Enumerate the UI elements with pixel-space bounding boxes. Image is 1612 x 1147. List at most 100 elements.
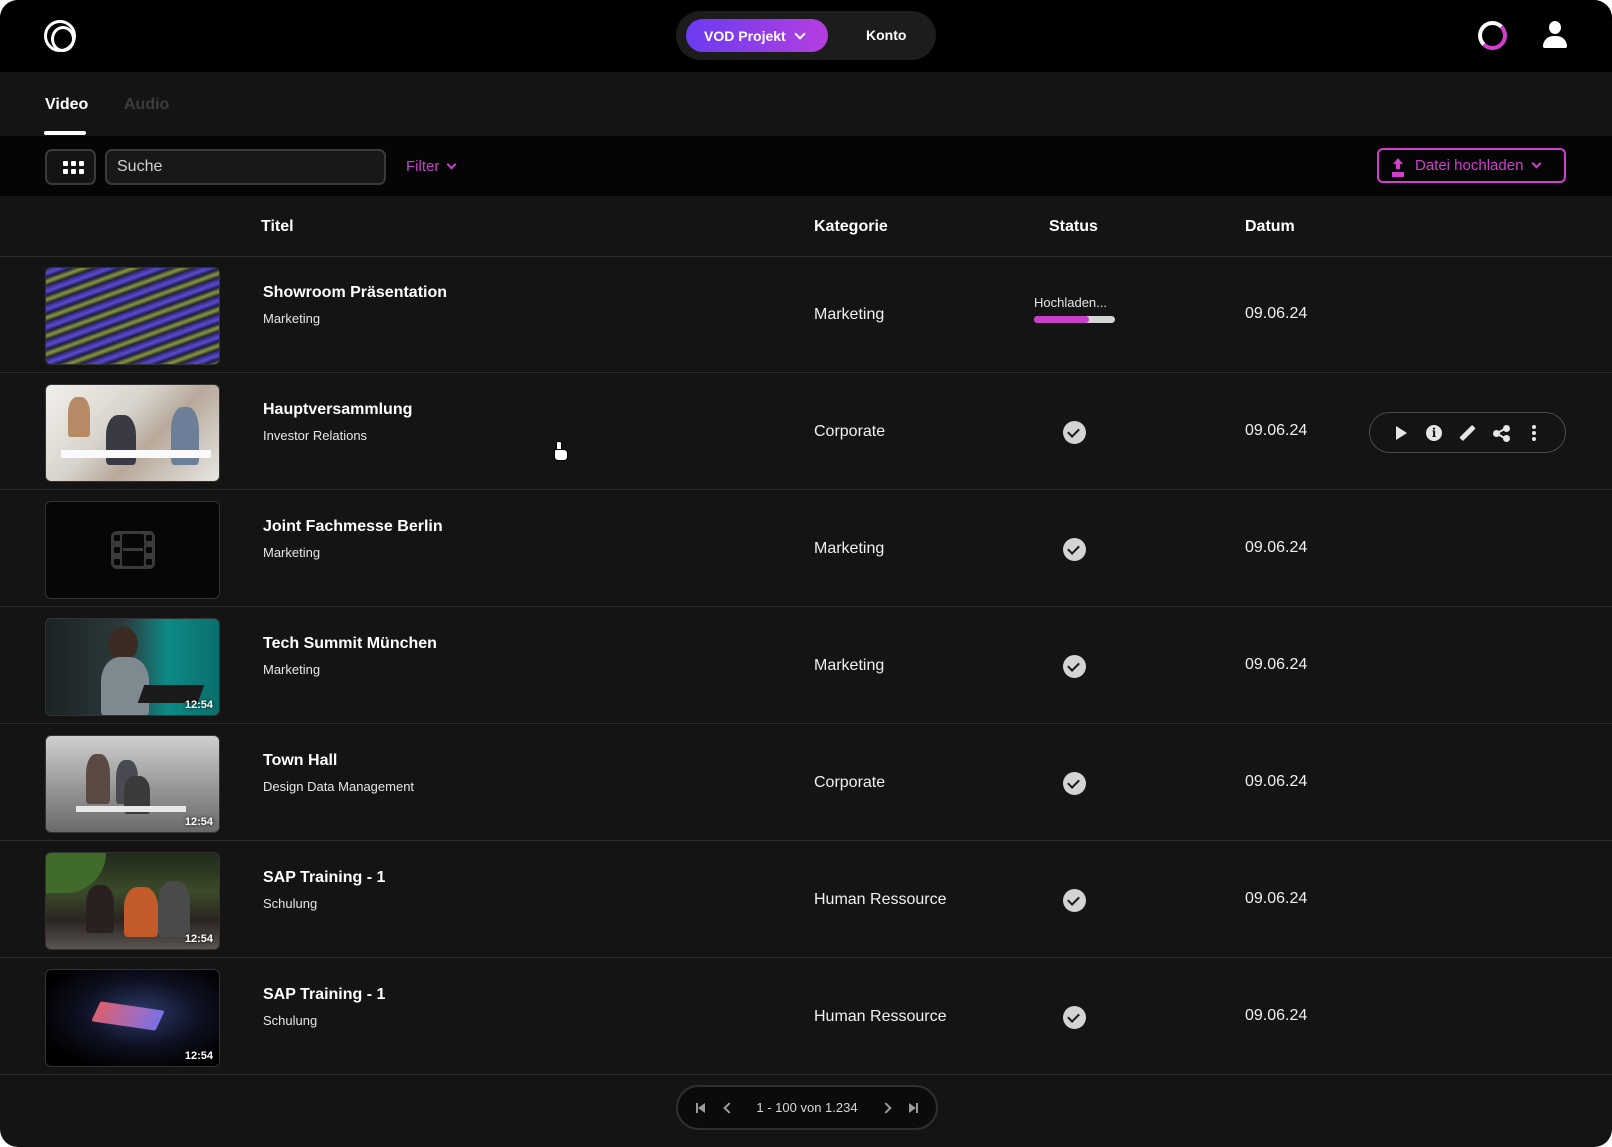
- upload-progress-fill: [1034, 316, 1090, 323]
- video-category: Marketing: [814, 540, 885, 557]
- upload-icon: [1391, 157, 1405, 174]
- video-title: Town Hall: [263, 752, 338, 769]
- table-header: Titel Kategorie Status Datum: [0, 196, 1612, 257]
- grid-icon: [63, 161, 84, 174]
- tab-video[interactable]: Video: [45, 96, 88, 114]
- check-circle-icon: [1063, 1006, 1086, 1029]
- video-thumbnail[interactable]: 12:54: [45, 969, 220, 1067]
- video-date: 09.06.24: [1245, 539, 1308, 556]
- video-subtitle: Design Data Management: [263, 779, 415, 794]
- play-icon[interactable]: [1391, 423, 1411, 443]
- tab-bar: Video Audio: [0, 72, 1612, 136]
- video-subtitle: Investor Relations: [263, 428, 368, 443]
- video-duration: 12:54: [184, 816, 213, 828]
- user-icon[interactable]: [1541, 21, 1569, 49]
- table-row[interactable]: Showroom Präsentation Marketing Marketin…: [0, 257, 1612, 373]
- check-circle-icon: [1063, 772, 1086, 795]
- table-row[interactable]: 12:54 Tech Summit München Marketing Mark…: [0, 608, 1612, 724]
- filter-label: Filter: [406, 158, 440, 175]
- grid-view-button[interactable]: [45, 149, 96, 185]
- video-title: Tech Summit München: [263, 635, 437, 652]
- pagination: 1 - 100 von 1.234: [676, 1085, 938, 1130]
- project-label: VOD Projekt: [704, 27, 786, 44]
- upload-label: Datei hochladen: [1415, 157, 1524, 174]
- last-page-icon[interactable]: [900, 1098, 926, 1118]
- upload-progress-bar: [1034, 316, 1115, 323]
- table-row[interactable]: 12:54 SAP Training - 1 Schulung Human Re…: [0, 959, 1612, 1075]
- video-title: Showroom Präsentation: [263, 284, 448, 301]
- video-date: 09.06.24: [1245, 422, 1308, 439]
- table-row[interactable]: 12:54 SAP Training - 1 Schulung Human Re…: [0, 842, 1612, 958]
- video-date: 09.06.24: [1245, 656, 1308, 673]
- check-circle-icon: [1063, 421, 1086, 444]
- account-button[interactable]: Konto: [866, 19, 906, 52]
- video-date: 09.06.24: [1245, 1007, 1308, 1024]
- chevron-down-icon: [1531, 158, 1542, 169]
- video-subtitle: Marketing: [263, 662, 321, 677]
- edit-icon[interactable]: [1457, 423, 1477, 443]
- tab-audio[interactable]: Audio: [124, 96, 169, 114]
- video-subtitle: Schulung: [263, 1013, 318, 1028]
- table-row[interactable]: Joint Fachmesse Berlin Marketing Marketi…: [0, 491, 1612, 607]
- upload-status: Hochladen...: [1034, 295, 1118, 323]
- video-thumbnail[interactable]: [45, 501, 220, 599]
- filter-button[interactable]: Filter: [406, 158, 457, 175]
- video-category: Human Ressource: [814, 891, 947, 908]
- check-circle-icon: [1063, 655, 1086, 678]
- share-icon[interactable]: [1491, 423, 1511, 443]
- video-category: Human Ressource: [814, 1008, 947, 1025]
- project-switcher: VOD Projekt Konto: [676, 11, 936, 60]
- check-circle-icon: [1063, 538, 1086, 561]
- film-placeholder-icon: [111, 531, 155, 569]
- video-duration: 12:54: [184, 1050, 213, 1062]
- search-input[interactable]: [105, 149, 386, 185]
- pagination-label: 1 - 100 von 1.234: [756, 1100, 858, 1115]
- active-tab-indicator: [44, 131, 86, 135]
- video-title: SAP Training - 1: [263, 869, 386, 886]
- previous-page-icon[interactable]: [714, 1098, 740, 1118]
- column-header-status[interactable]: Status: [1049, 218, 1098, 236]
- table-row[interactable]: 12:54 Town Hall Design Data Management C…: [0, 725, 1612, 841]
- video-title: SAP Training - 1: [263, 986, 386, 1003]
- loading-ring-icon[interactable]: [1478, 21, 1507, 50]
- column-header-category[interactable]: Kategorie: [814, 218, 888, 236]
- toolbar: Filter Datei hochladen: [0, 136, 1612, 196]
- video-date: 09.06.24: [1245, 890, 1308, 907]
- project-dropdown-button[interactable]: VOD Projekt: [686, 19, 828, 52]
- first-page-icon[interactable]: [688, 1098, 714, 1118]
- video-category: Marketing: [814, 306, 885, 323]
- video-category: Corporate: [814, 423, 886, 440]
- video-subtitle: Schulung: [263, 896, 318, 911]
- more-icon[interactable]: [1524, 423, 1544, 443]
- video-duration: 12:54: [184, 933, 213, 945]
- top-bar: VOD Projekt Konto: [0, 0, 1612, 72]
- video-title: Hauptversammlung: [263, 401, 413, 418]
- video-thumbnail[interactable]: [45, 384, 220, 482]
- video-thumbnail[interactable]: 12:54: [45, 735, 220, 833]
- check-circle-icon: [1063, 889, 1086, 912]
- logo-icon[interactable]: [44, 20, 76, 52]
- info-icon[interactable]: [1424, 423, 1444, 443]
- next-page-icon[interactable]: [874, 1098, 900, 1118]
- video-category: Marketing: [814, 657, 885, 674]
- table-row[interactable]: Hauptversammlung Investor Relations Corp…: [0, 374, 1612, 490]
- chevron-down-icon: [794, 27, 806, 40]
- video-subtitle: Marketing: [263, 545, 321, 560]
- video-thumbnail[interactable]: 12:54: [45, 852, 220, 950]
- video-category: Corporate: [814, 774, 886, 791]
- app-window: VOD Projekt Konto Video Audio Filter Dat…: [0, 0, 1612, 1147]
- column-header-title[interactable]: Titel: [261, 218, 294, 236]
- mouse-cursor-icon: [552, 441, 568, 461]
- video-date: 09.06.24: [1245, 305, 1308, 322]
- upload-status-label: Hochladen...: [1034, 295, 1107, 310]
- chevron-down-icon: [446, 159, 457, 170]
- video-thumbnail[interactable]: 12:54: [45, 618, 220, 716]
- upload-file-button[interactable]: Datei hochladen: [1377, 148, 1566, 183]
- video-title: Joint Fachmesse Berlin: [263, 518, 443, 535]
- video-subtitle: Marketing: [263, 311, 321, 326]
- video-date: 09.06.24: [1245, 773, 1308, 790]
- video-thumbnail[interactable]: [45, 267, 220, 365]
- video-duration: 12:54: [184, 699, 213, 711]
- column-header-date[interactable]: Datum: [1245, 218, 1295, 236]
- row-actions-toolbar: [1369, 412, 1566, 453]
